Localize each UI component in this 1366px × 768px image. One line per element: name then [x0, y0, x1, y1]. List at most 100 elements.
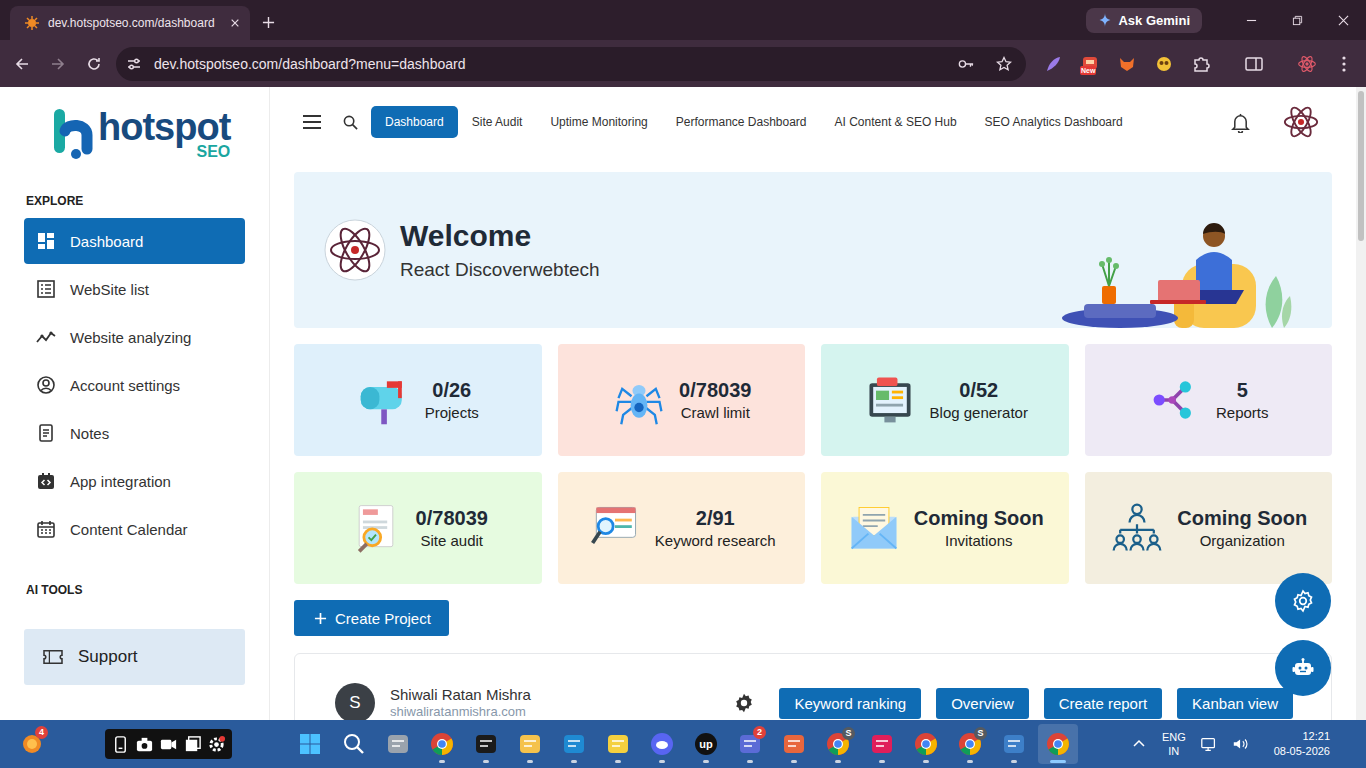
create-project-button[interactable]: Create Project	[294, 600, 449, 636]
reload-icon[interactable]	[86, 56, 102, 72]
yellow-extension-icon[interactable]	[1154, 54, 1174, 74]
project-action-button[interactable]: Kanban view	[1177, 688, 1293, 719]
user-avatar-icon[interactable]	[1282, 103, 1320, 141]
side-panel-icon[interactable]	[1244, 54, 1264, 74]
taskbar-app[interactable]	[774, 724, 814, 764]
nav-link[interactable]: AI Content & SEO Hub	[821, 106, 971, 138]
taskbar-app[interactable]	[598, 724, 638, 764]
menu-dots-icon[interactable]	[1334, 54, 1354, 74]
stat-card[interactable]: Coming SoonInvitations	[821, 472, 1069, 584]
sidebar-item[interactable]: App integration	[24, 458, 245, 504]
page-scrollbar[interactable]	[1356, 87, 1366, 720]
fox-extension-icon[interactable]	[1117, 54, 1137, 74]
network-icon[interactable]	[1200, 736, 1218, 752]
forward-arrow-icon[interactable]	[50, 56, 66, 72]
hamburger-menu-icon[interactable]	[303, 115, 321, 129]
stat-card[interactable]: 5Reports	[1085, 344, 1333, 456]
nav-link[interactable]: Site Audit	[458, 106, 537, 138]
app-tile-icon	[782, 732, 806, 756]
stat-text: Coming SoonOrganization	[1177, 505, 1307, 551]
taskbar-app[interactable]	[554, 724, 594, 764]
nav-link[interactable]: Dashboard	[371, 106, 458, 138]
stat-card[interactable]: 2/91Keyword research	[558, 472, 806, 584]
taskbar-app[interactable]: up	[686, 724, 726, 764]
notification-bell-icon[interactable]	[1231, 112, 1250, 133]
logo[interactable]: hotspotSEO	[24, 87, 245, 189]
taskbar-app[interactable]	[510, 724, 550, 764]
logo-name: hotspot	[98, 108, 230, 146]
running-indicator	[527, 760, 533, 763]
taskbar-app[interactable]	[862, 724, 902, 764]
restore-button[interactable]	[1274, 0, 1320, 40]
ask-gemini-button[interactable]: Ask Gemini	[1086, 8, 1202, 33]
support-button[interactable]: Support	[24, 629, 245, 685]
stat-card[interactable]: 0/78039Crawl limit	[558, 344, 806, 456]
taskbar-app[interactable]	[466, 724, 506, 764]
feather-extension-icon[interactable]	[1043, 54, 1063, 74]
scrollbar-thumb[interactable]	[1358, 91, 1364, 241]
settings-gear-icon[interactable]	[733, 692, 755, 714]
puzzle-extensions-icon[interactable]	[1191, 54, 1211, 74]
nav-link[interactable]: SEO Analytics Dashboard	[971, 106, 1137, 138]
speaker-icon[interactable]	[1232, 736, 1250, 752]
address-bar[interactable]: dev.hotspotseo.com/dashboard?menu=dashbo…	[116, 47, 1026, 81]
project-action-button[interactable]: Overview	[936, 688, 1029, 719]
language-code: ENG	[1162, 730, 1186, 744]
browser-tab[interactable]: dev.hotspotseo.com/dashboard	[10, 6, 250, 40]
minimize-button[interactable]	[1228, 0, 1274, 40]
url-text[interactable]: dev.hotspotseo.com/dashboard?menu=dashbo…	[154, 56, 946, 72]
taskbar-app[interactable]: S	[818, 724, 858, 764]
chatbot-floating-button[interactable]	[1275, 640, 1331, 696]
sidebar-item[interactable]: Website analyzing	[24, 314, 245, 360]
site-settings-icon[interactable]	[126, 56, 142, 72]
taskbar-app[interactable]	[422, 724, 462, 764]
settings-floating-button[interactable]	[1275, 573, 1331, 629]
windows-icon[interactable]	[183, 735, 202, 754]
stat-card[interactable]: Coming SoonOrganization	[1085, 472, 1333, 584]
project-url[interactable]: shiwaliratanmishra.com	[390, 704, 531, 720]
widgets-button[interactable]: 4	[12, 724, 52, 764]
back-arrow-icon[interactable]	[14, 56, 30, 72]
profile-atom-icon[interactable]	[1297, 54, 1317, 74]
bookmark-star-icon[interactable]	[996, 56, 1012, 72]
sidebar-item[interactable]: Content Calendar	[24, 506, 245, 552]
password-key-icon[interactable]	[958, 56, 974, 72]
taskbar-app[interactable]	[378, 724, 418, 764]
stat-card[interactable]: 0/26Projects	[294, 344, 542, 456]
capture-settings-icon[interactable]	[207, 735, 226, 754]
chevron-up-icon[interactable]	[1130, 736, 1148, 752]
video-icon[interactable]	[159, 735, 178, 754]
sidebar-item[interactable]: WebSite list	[24, 266, 245, 312]
taskbar-app[interactable]	[1038, 724, 1078, 764]
section-title: EXPLORE	[24, 189, 245, 213]
taskbar-app[interactable]	[642, 724, 682, 764]
taskbar-app[interactable]: S	[950, 724, 990, 764]
language-indicator[interactable]: ENGIN	[1162, 730, 1186, 758]
stat-card[interactable]: 0/78039Site audit	[294, 472, 542, 584]
sidebar-item[interactable]: Dashboard	[24, 218, 245, 264]
taskbar-apps: up2 S S	[290, 724, 1078, 764]
project-action-button[interactable]: Create report	[1044, 688, 1162, 719]
taskbar-app[interactable]: 2	[730, 724, 770, 764]
extension-with-badge[interactable]: New	[1080, 54, 1100, 74]
close-window-button[interactable]	[1320, 0, 1366, 40]
sidebar-item[interactable]: Account settings	[24, 362, 245, 408]
close-tab-icon[interactable]	[230, 18, 240, 28]
taskbar-app[interactable]	[906, 724, 946, 764]
stat-label: Reports	[1216, 403, 1269, 423]
clock[interactable]: 12:2108-05-2026	[1274, 729, 1330, 759]
new-tab-icon[interactable]	[262, 16, 275, 29]
taskbar-app[interactable]	[290, 724, 330, 764]
camera-icon[interactable]	[135, 735, 154, 754]
taskbar-app[interactable]	[334, 724, 374, 764]
taskbar-app[interactable]	[994, 724, 1034, 764]
snip-icon[interactable]	[111, 735, 130, 754]
search-icon[interactable]	[343, 115, 358, 130]
nav-link[interactable]: Performance Dashboard	[662, 106, 821, 138]
nav-link[interactable]: Uptime Monitoring	[536, 106, 661, 138]
project-name[interactable]: Shiwali Ratan Mishra	[390, 686, 531, 704]
stat-card[interactable]: 0/52Blog generator	[821, 344, 1069, 456]
integration-icon	[36, 471, 56, 491]
sidebar-item[interactable]: Notes	[24, 410, 245, 456]
project-action-button[interactable]: Keyword ranking	[779, 688, 921, 719]
